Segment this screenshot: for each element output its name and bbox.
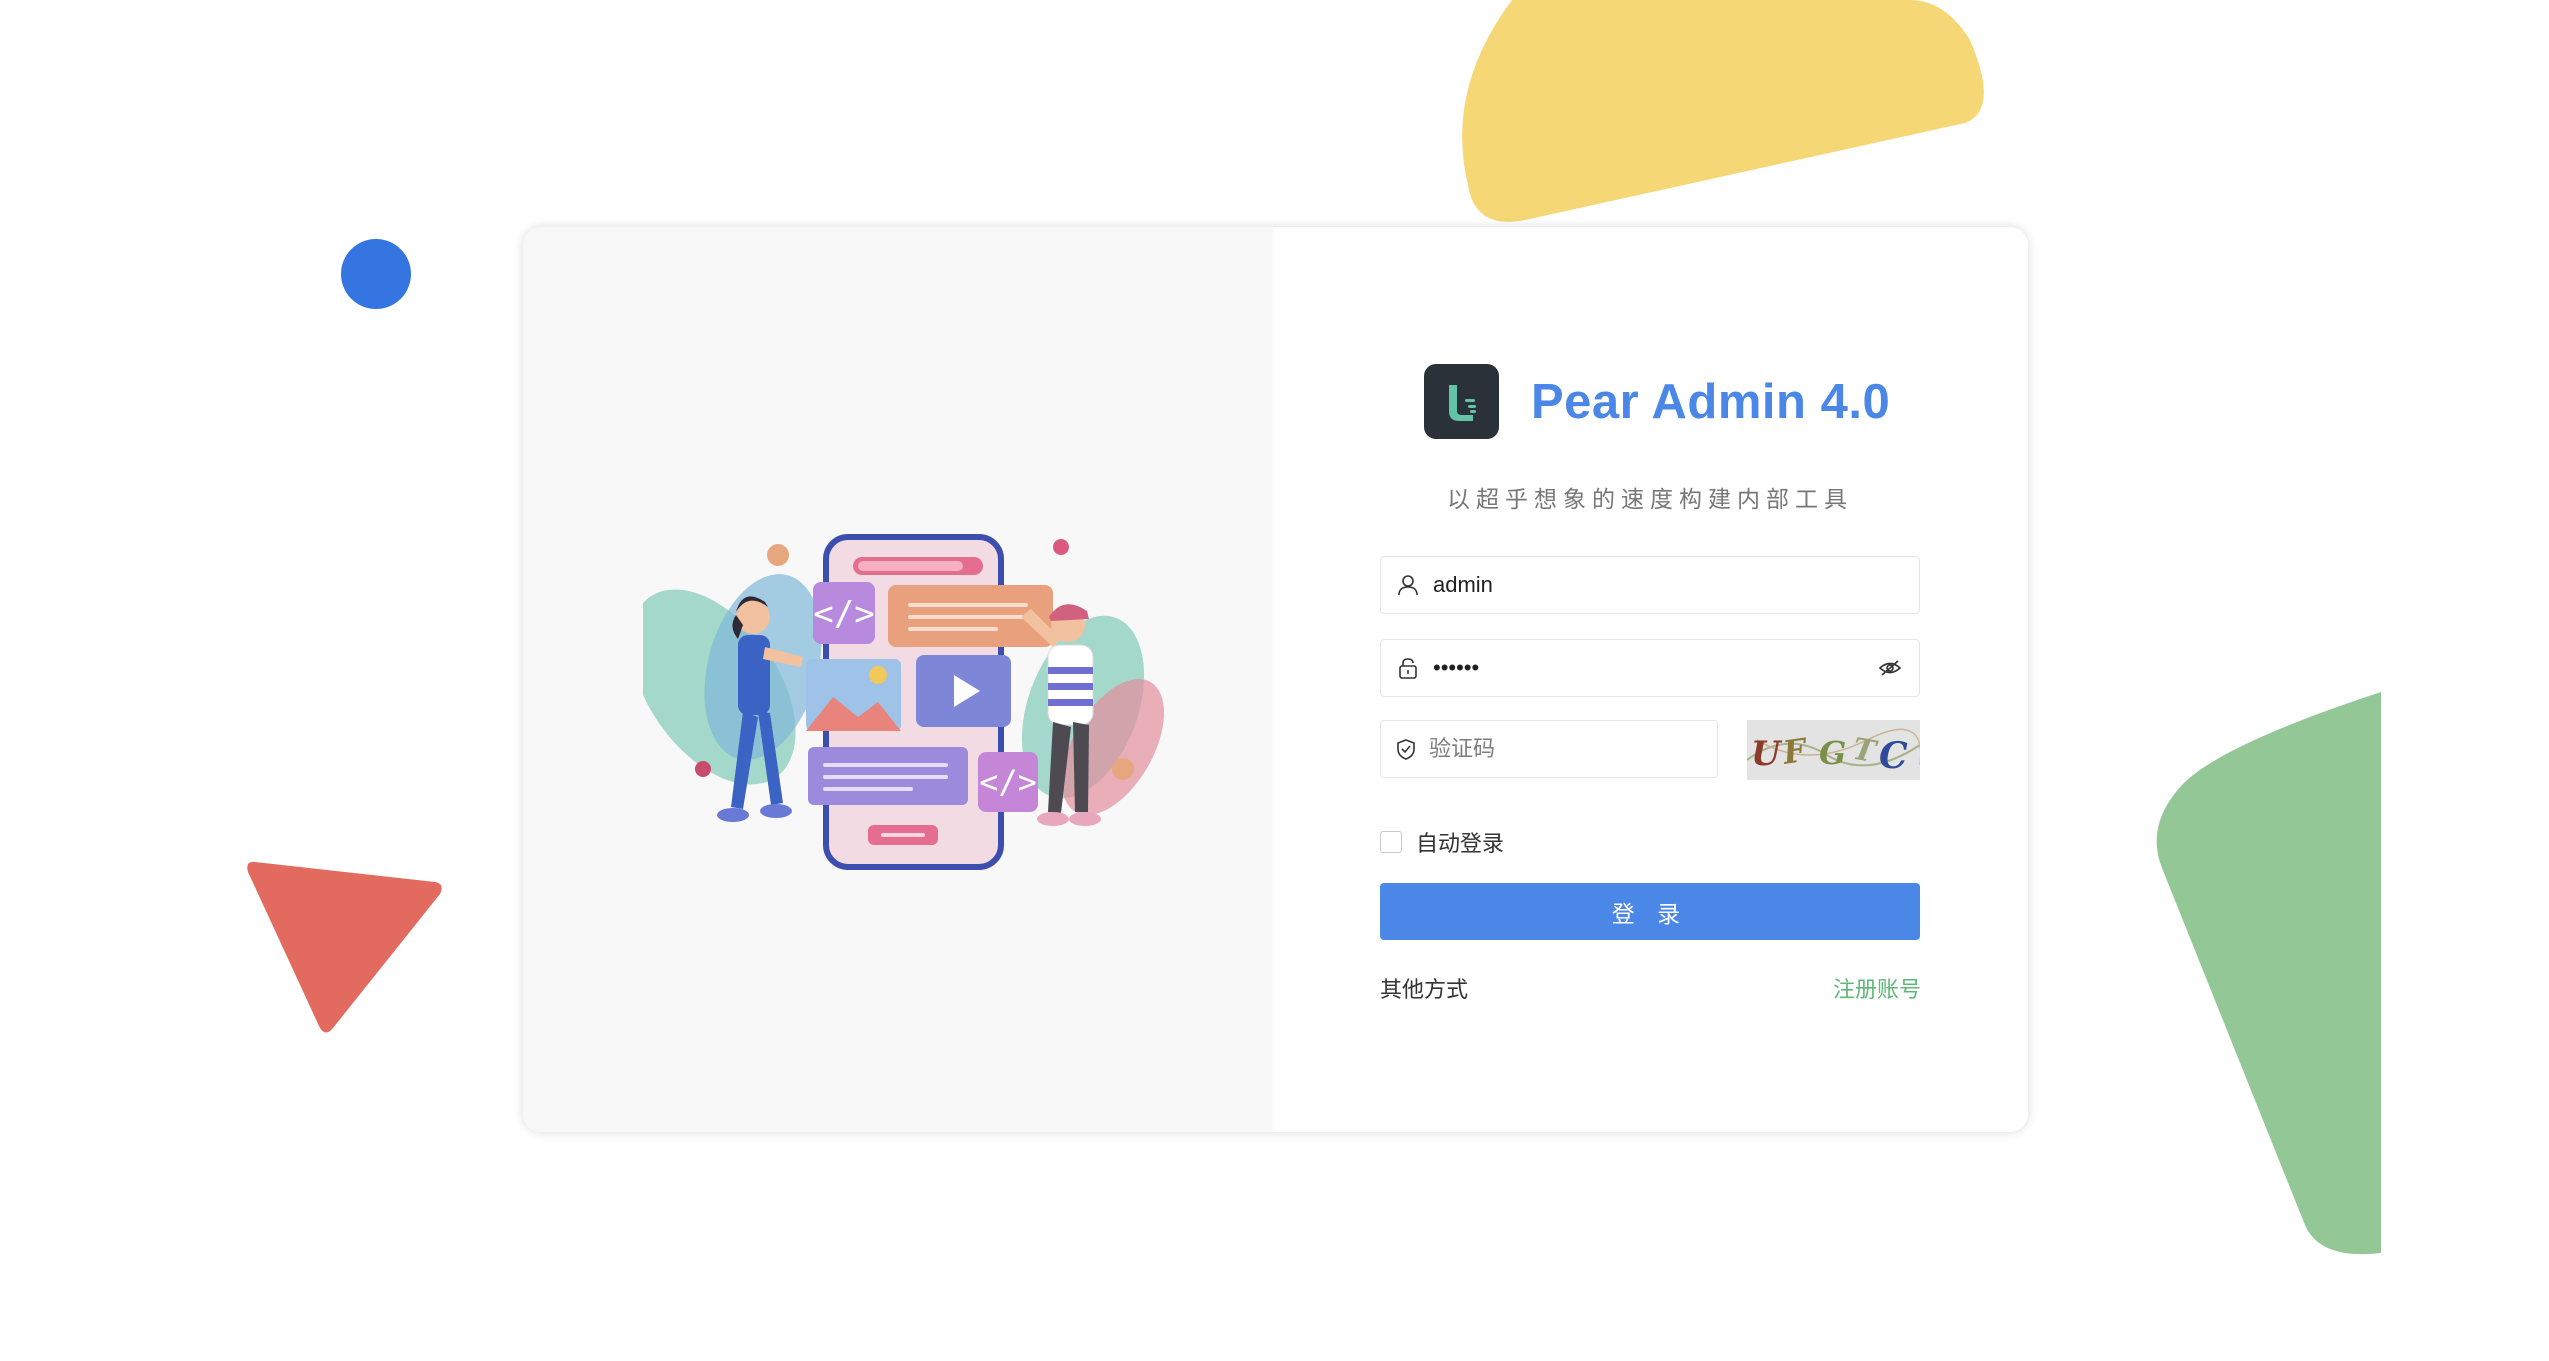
pear-logo-icon	[1424, 364, 1499, 439]
login-page: </> </> Pear Admin 4.0 以超乎想象的速度构建内部工具 ad…	[0, 0, 2549, 1361]
svg-text:U: U	[1751, 734, 1783, 774]
remember-checkbox[interactable]	[1380, 831, 1402, 853]
svg-text:</>: </>	[813, 594, 874, 634]
svg-text:G: G	[1819, 734, 1846, 772]
decor-yellow-shape	[1440, 0, 2000, 240]
svg-text:</>: </>	[979, 763, 1037, 801]
brand-header: Pear Admin 4.0	[1424, 364, 1890, 439]
decor-red-triangle	[240, 850, 450, 1040]
lock-icon	[1395, 655, 1421, 681]
svg-text:C: C	[1879, 735, 1908, 777]
decor-green-shape	[2140, 690, 2390, 1260]
app-title: Pear Admin 4.0	[1531, 374, 1891, 429]
username-input[interactable]	[1433, 557, 1919, 613]
shield-check-icon	[1395, 736, 1417, 762]
app-development-illustration: </> </>	[630, 507, 1183, 927]
user-icon	[1395, 572, 1421, 598]
captcha-field	[1380, 720, 1718, 778]
eye-icon[interactable]	[1875, 653, 1905, 683]
decor-blue-circle	[340, 238, 412, 310]
remember-label: 自动登录	[1416, 831, 1505, 856]
login-button[interactable]: 登 录	[1380, 883, 1920, 940]
captcha-image[interactable]: U F G T C	[1747, 720, 1920, 780]
username-field	[1380, 556, 1920, 614]
remember-option[interactable]: 自动登录	[1380, 826, 1504, 858]
register-link[interactable]: 注册账号	[1833, 972, 1921, 1004]
captcha-input[interactable]	[1429, 721, 1717, 777]
slogan: 以超乎想象的速度构建内部工具	[1447, 486, 1853, 512]
illustration-panel: </> </>	[523, 227, 1273, 1132]
password-field	[1380, 639, 1920, 697]
password-input[interactable]	[1433, 640, 1875, 696]
other-methods-label: 其他方式	[1380, 977, 1469, 1002]
